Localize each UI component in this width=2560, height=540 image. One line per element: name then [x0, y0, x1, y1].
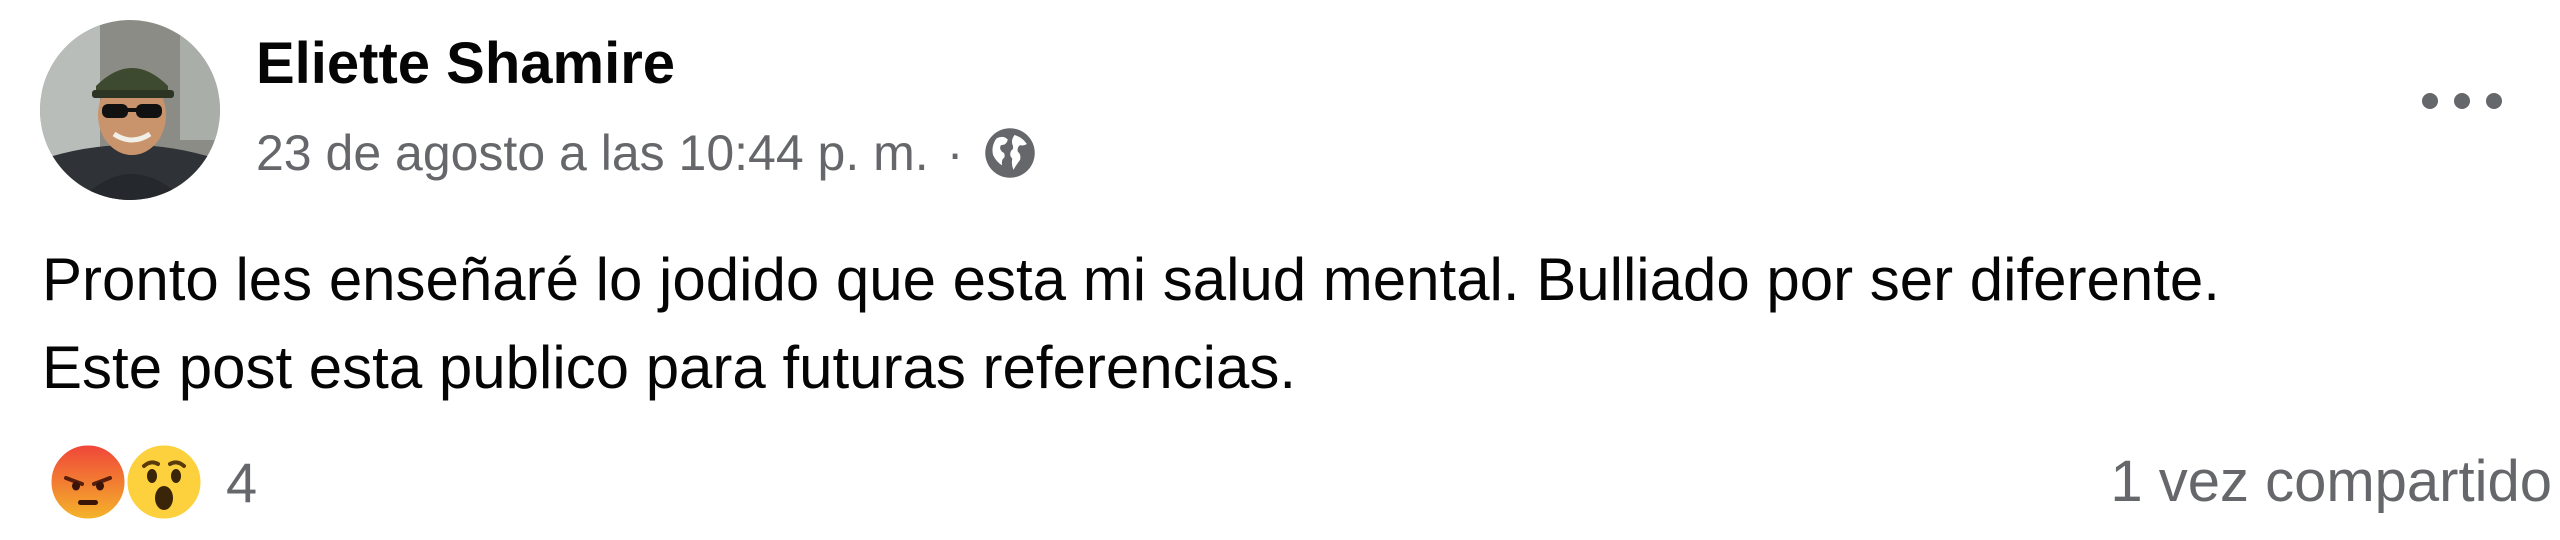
reactions-summary[interactable]: 4 — [48, 442, 257, 522]
post-text-line: Este post esta publico para futuras refe… — [42, 334, 1297, 401]
facebook-post: Eliette Shamire 23 de agosto a las 10:44… — [0, 0, 2560, 540]
share-count[interactable]: 1 vez compartido — [2110, 448, 2552, 515]
post-timestamp[interactable]: 23 de agosto a las 10:44 p. m. — [256, 124, 929, 182]
post-text: Pronto les enseñaré lo jodido que esta m… — [42, 236, 2220, 412]
author-name[interactable]: Eliette Shamire — [256, 30, 675, 97]
post-text-line: Pronto les enseñaré lo jodido que esta m… — [42, 246, 2220, 313]
author-avatar[interactable] — [40, 20, 220, 200]
more-dot — [2486, 93, 2502, 109]
wow-reaction-icon — [124, 442, 204, 522]
reaction-count: 4 — [226, 450, 258, 514]
angry-reaction-icon — [48, 442, 128, 522]
meta-separator: · — [946, 125, 964, 181]
globe-icon — [983, 126, 1037, 180]
post-meta: 23 de agosto a las 10:44 p. m. · — [256, 124, 1037, 182]
more-options-icon[interactable] — [2422, 76, 2502, 126]
more-dot — [2422, 93, 2438, 109]
more-dot — [2454, 93, 2470, 109]
avatar-photo — [40, 20, 220, 200]
